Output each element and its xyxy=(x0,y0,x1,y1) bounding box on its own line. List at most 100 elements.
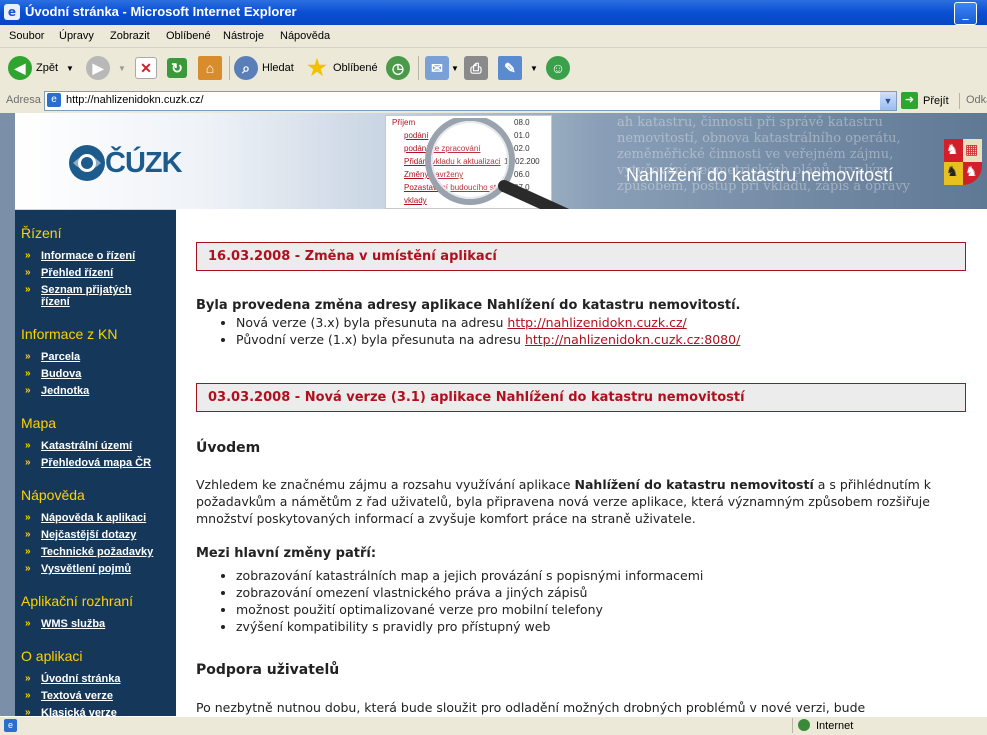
forward-arrow-icon: ▶ xyxy=(86,56,110,80)
list-item: zobrazování katastrálních map a jejich p… xyxy=(236,567,976,584)
messenger-button[interactable]: ☺ xyxy=(546,54,570,82)
list-item: Nová verze (3.x) byla přesunuta na adres… xyxy=(236,314,976,331)
title-bar: e Úvodní stránka - Microsoft Internet Ex… xyxy=(0,0,987,25)
main-content: 16.03.2008 - Změna v umístění aplikací B… xyxy=(176,209,987,716)
sidebar-item-budova[interactable]: Budova xyxy=(41,368,171,380)
section-heading-podpora: Podpora uživatelů xyxy=(196,662,340,678)
address-separator xyxy=(959,93,960,109)
home-button[interactable]: ⌂ xyxy=(198,54,222,82)
sidebar-item-informace-o-rizeni[interactable]: Informace o řízení xyxy=(41,250,171,262)
list-item: Původní verze (1.x) byla přesunuta na ad… xyxy=(236,331,976,348)
stop-icon: ✕ xyxy=(135,57,157,79)
sidebar-item-textova-verze[interactable]: Textová verze xyxy=(41,690,171,702)
news-intro: Byla provedena změna adresy aplikace Nah… xyxy=(196,298,741,313)
menu-tools[interactable]: Nástroje xyxy=(223,30,264,42)
menu-view[interactable]: Zobrazit xyxy=(110,30,150,42)
sidebar-item-uvodni-stranka[interactable]: Úvodní stránka xyxy=(41,673,171,685)
minimize-button[interactable]: _ xyxy=(954,2,977,25)
news-heading: 16.03.2008 - Změna v umístění aplikací xyxy=(208,249,497,264)
mail-dropdown-icon[interactable]: ▼ xyxy=(451,64,459,73)
sidebar-item-seznam-prijatych-rizeni[interactable]: Seznam přijatých řízení xyxy=(41,284,151,308)
sidebar-item-prehled-rizeni[interactable]: Přehled řízení xyxy=(41,267,171,279)
sidebar-item-parcela[interactable]: Parcela xyxy=(41,351,171,363)
security-zone-label: Internet xyxy=(816,720,854,732)
bullet-icon: » xyxy=(25,250,31,261)
bullet-icon: » xyxy=(25,284,31,295)
bullet-icon: » xyxy=(25,512,31,523)
sidebar-item-jednotka[interactable]: Jednotka xyxy=(41,385,171,397)
support-paragraph: Po nezbytně nutnou dobu, která bude slou… xyxy=(196,700,866,715)
paragraph-bold: Nahlížení do katastru nemovitostí xyxy=(574,477,814,492)
intro-paragraph: Vzhledem ke značnému zájmu a rozsahu vyu… xyxy=(196,476,968,527)
coat-of-arms-icon: ♞ ▦ ♞ ♞ xyxy=(944,139,982,185)
menu-edit[interactable]: Úpravy xyxy=(59,30,94,42)
news-heading: 03.03.2008 - Nová verze (3.1) aplikace N… xyxy=(208,390,745,405)
search-label: Hledat xyxy=(262,62,294,74)
magnifier-icon xyxy=(425,118,570,209)
address-bar: Adresa e http://nahlizenidokn.cuzk.cz/ ▼… xyxy=(0,89,987,114)
sidebar-heading-o-aplikaci: O aplikaci xyxy=(21,648,83,664)
old-version-link[interactable]: http://nahlizenidokn.cuzk.cz:8080/ xyxy=(525,332,740,347)
paragraph-text: Vzhledem ke značnému zájmu a rozsahu vyu… xyxy=(196,477,575,492)
stop-button[interactable]: ✕ xyxy=(135,54,157,82)
sidebar-item-vysvetleni-pojmu[interactable]: Vysvětlení pojmů xyxy=(41,563,171,575)
refresh-button[interactable]: ↻ xyxy=(167,54,187,82)
sidebar-heading-informace-z-kn: Informace z KN xyxy=(21,326,118,342)
status-bar: e Internet xyxy=(0,716,987,735)
sidebar-item-technicke-pozadavky[interactable]: Technické požadavky xyxy=(41,546,171,558)
history-button[interactable]: ◷ xyxy=(386,54,410,82)
mail-button[interactable]: ✉ ▼ xyxy=(425,54,459,82)
bullet-icon: » xyxy=(25,546,31,557)
back-dropdown-icon[interactable]: ▼ xyxy=(66,64,74,73)
back-arrow-icon: ◀ xyxy=(8,56,32,80)
page-icon: e xyxy=(47,93,61,107)
banner-title: Nahlížení do katastru nemovitostí xyxy=(626,165,894,185)
bullet-icon: » xyxy=(25,618,31,629)
cuzk-logo[interactable]: ČÚZK xyxy=(65,143,183,183)
sidebar-heading-napoveda: Nápověda xyxy=(21,487,85,503)
edit-dropdown-icon[interactable]: ▼ xyxy=(530,64,538,73)
forward-dropdown-icon[interactable]: ▼ xyxy=(118,64,126,73)
address-input[interactable]: e http://nahlizenidokn.cuzk.cz/ ▼ xyxy=(44,91,897,111)
menu-file[interactable]: Soubor xyxy=(9,30,44,42)
edit-button[interactable]: ✎ ▼ xyxy=(498,54,538,82)
go-button[interactable]: ➜ Přejít xyxy=(901,92,949,109)
changes-list: zobrazování katastrálních map a jejich p… xyxy=(196,567,976,635)
bullet-icon: » xyxy=(25,690,31,701)
sidebar-item-wms-sluzba[interactable]: WMS služba xyxy=(41,618,171,630)
status-separator xyxy=(792,718,793,733)
sidebar-item-nejcastejsi-dotazy[interactable]: Nejčastější dotazy xyxy=(41,529,171,541)
section-heading-uvodem: Úvodem xyxy=(196,440,261,456)
forward-button[interactable]: ▶ ▼ xyxy=(86,54,126,82)
address-dropdown-icon[interactable]: ▼ xyxy=(880,92,896,110)
back-button[interactable]: ◀ Zpět ▼ xyxy=(8,54,74,82)
bullet-icon: » xyxy=(25,385,31,396)
toolbar-separator xyxy=(229,56,230,80)
new-version-link[interactable]: http://nahlizenidokn.cuzk.cz/ xyxy=(507,315,686,330)
menu-favorites[interactable]: Oblíbené xyxy=(166,30,211,42)
list-item: zvýšení kompatibility s pravidly pro pří… xyxy=(236,618,976,635)
sidebar-item-katastralni-uzemi[interactable]: Katastrální území xyxy=(41,440,171,452)
links-label[interactable]: Odka xyxy=(966,94,987,106)
ie-icon: e xyxy=(4,4,20,20)
home-icon: ⌂ xyxy=(198,56,222,80)
print-button[interactable]: ⎙ xyxy=(464,54,488,82)
go-label: Přejít xyxy=(923,94,949,107)
toolbar-separator xyxy=(418,56,419,80)
window-title: Úvodní stránka - Microsoft Internet Expl… xyxy=(25,4,297,19)
favorites-button[interactable]: ★ Oblíbené xyxy=(305,54,378,82)
bullet-icon: » xyxy=(25,440,31,451)
mail-icon: ✉ xyxy=(425,56,449,80)
menu-help[interactable]: Nápověda xyxy=(280,30,330,42)
search-button[interactable]: ⌕ Hledat xyxy=(234,54,294,82)
sidebar-item-prehledova-mapa[interactable]: Přehledová mapa ČR xyxy=(41,457,171,469)
back-label: Zpět xyxy=(36,62,59,74)
logo-text: ČÚZK xyxy=(105,146,183,179)
sidebar-heading-mapa: Mapa xyxy=(21,415,57,431)
news-heading-box: 16.03.2008 - Změna v umístění aplikací xyxy=(196,242,966,271)
logo-globe-icon xyxy=(69,145,105,181)
sidebar-heading-rizeni: Řízení xyxy=(21,225,62,241)
sidebar-item-napoveda-k-aplikaci[interactable]: Nápověda k aplikaci xyxy=(41,512,171,524)
list-item-text: Původní verze (1.x) byla přesunuta na ad… xyxy=(236,332,525,347)
page-left-edge xyxy=(0,113,15,716)
